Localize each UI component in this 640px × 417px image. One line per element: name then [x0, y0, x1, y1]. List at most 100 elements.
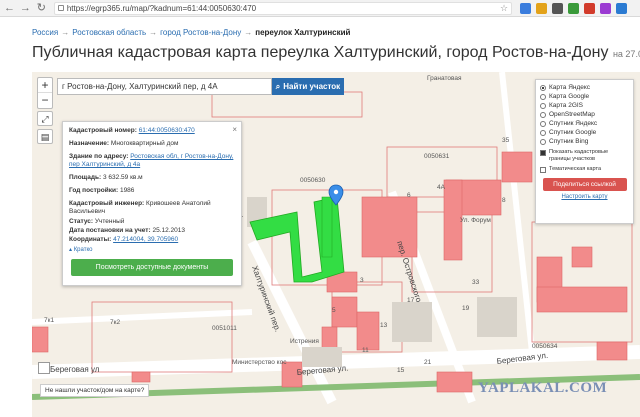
configure-map-link[interactable]: Настроить карту [540, 194, 629, 200]
poi-label: Министерство кос [232, 359, 287, 366]
map-layers-icon[interactable] [38, 362, 50, 374]
extension-icon[interactable] [536, 2, 548, 14]
layer-option[interactable]: OpenStreetMap [540, 110, 629, 119]
search-icon: ⌕ [275, 81, 281, 91]
extension-icon[interactable] [584, 2, 596, 14]
house-number: 21 [424, 359, 432, 366]
extension-icon[interactable] [520, 2, 532, 14]
thematic-option[interactable]: Тематическая карта [540, 166, 629, 173]
collapse-toggle[interactable]: ▴ Кратко [69, 246, 235, 253]
house-number: 11 [362, 347, 369, 354]
extension-icon[interactable] [568, 2, 580, 14]
layer-label: Спутник Bing [549, 138, 589, 145]
url-text: https://egrp365.ru/map/?kadnum=61:44:005… [66, 3, 257, 13]
extension-icon[interactable] [552, 2, 564, 14]
poi-label: Истрения [290, 338, 319, 345]
breadcrumb-item[interactable]: Россия [32, 28, 58, 37]
info-row: Кадастровый номер: 61:44:0050630:470 [69, 127, 235, 135]
radio-button[interactable] [540, 120, 546, 127]
forward-icon[interactable]: → [19, 2, 32, 15]
field-label: Год постройки: [69, 187, 119, 194]
extension-icon[interactable] [600, 2, 612, 14]
field-label: Площадь: [69, 174, 102, 181]
print-icon[interactable]: ▤ [37, 129, 53, 144]
layer-option[interactable]: Карта Яндекс [540, 83, 629, 92]
layer-label: OpenStreetMap [549, 111, 595, 118]
info-row: Статус: Учтенный [69, 218, 235, 226]
borders-option[interactable]: Показать кадастровые границы участков [540, 149, 629, 163]
layer-option[interactable]: Спутник Bing [540, 137, 629, 146]
area-value: 3 632.59 кв.м [102, 174, 143, 181]
house-number: 7к2 [110, 319, 120, 326]
title-date: на 27.09.2018 [612, 49, 640, 59]
field-label: Статус: [69, 218, 94, 225]
reload-icon[interactable]: ↻ [35, 2, 48, 15]
cadastral-map[interactable]: Халтуринский пер. пер. Островского Берег… [32, 72, 640, 417]
checkbox-label: Показать кадастровые границы участков [549, 149, 609, 162]
layer-option[interactable]: Карта 2GIS [540, 101, 629, 110]
house-number: 8 [502, 197, 506, 204]
breadcrumb: Россия → Ростовская область → город Ростов-н… [32, 28, 350, 37]
address-bar[interactable]: https://egrp365.ru/map/?kadnum=61:44:005… [53, 1, 513, 15]
layer-option[interactable]: Спутник Яндекс [540, 119, 629, 128]
layer-label: Карта Яндекс [549, 84, 591, 91]
checkbox[interactable] [540, 167, 546, 173]
house-number: 5 [332, 307, 336, 314]
checkbox[interactable] [540, 150, 546, 156]
radio-button[interactable] [540, 111, 546, 118]
field-label: Координаты: [69, 236, 112, 243]
cadnum-link[interactable]: 61:44:0050630:470 [139, 127, 195, 134]
layers-panel: Карта Яндекс Карта Google Карта 2GIS Ope… [535, 79, 634, 224]
house-number: 35 [502, 137, 510, 144]
coords-link[interactable]: 47.214004, 39.705960 [113, 236, 178, 243]
zoom-out-button[interactable]: − [38, 93, 52, 108]
house-number: 4А [437, 184, 446, 191]
radio-button[interactable] [540, 129, 546, 136]
field-label: Назначение: [69, 140, 110, 147]
info-row: Дата постановки на учет: 25.12.2013 [69, 227, 235, 235]
layer-option[interactable]: Спутник Google [540, 128, 629, 137]
back-icon[interactable]: ← [3, 2, 16, 15]
extensions [520, 2, 628, 14]
radio-button[interactable] [540, 102, 546, 109]
bookmark-star-icon[interactable]: ☆ [500, 3, 508, 14]
field-label: Кадастровый инженер: [69, 200, 145, 207]
house-number: 13 [380, 322, 388, 329]
zoom-in-button[interactable]: + [38, 78, 52, 93]
fullscreen-icon[interactable]: ⤢ [37, 111, 53, 126]
info-row: Год постройки: 1986 [69, 187, 235, 195]
kvartal-label: 0050630 [300, 177, 326, 184]
street-label: Береговая ул [50, 365, 100, 374]
field-label: Дата постановки на учет: [69, 227, 151, 234]
breadcrumb-item[interactable]: город Ростов-на-Дону [160, 28, 241, 37]
breadcrumb-separator: → [244, 28, 253, 37]
page-title: Публичная кадастровая карта переулка Хал… [32, 44, 640, 62]
breadcrumb-separator: → [149, 28, 158, 37]
close-icon[interactable]: × [232, 125, 237, 134]
radio-button[interactable] [540, 138, 546, 145]
search-input[interactable] [57, 78, 272, 95]
kvartal-label: 0050631 [424, 153, 450, 160]
poi-label: Ул. Форум [460, 217, 491, 224]
lock-icon [57, 5, 64, 11]
extension-icon[interactable] [616, 2, 628, 14]
find-parcel-label: Найти участок [283, 82, 341, 91]
status-value: Учтенный [94, 218, 125, 225]
breadcrumb-separator: → [61, 28, 70, 37]
find-parcel-button[interactable]: ⌕ Найти участок [272, 78, 344, 95]
search-bar: ⌕ Найти участок [57, 78, 344, 95]
breadcrumb-item[interactable]: Ростовская область [72, 28, 146, 37]
layer-option[interactable]: Карта Google [540, 92, 629, 101]
layer-label: Карта Google [549, 93, 590, 100]
share-link-button[interactable]: Поделиться ссылкой [542, 178, 627, 191]
layer-label: Спутник Google [549, 129, 597, 136]
parcel-info-popup: × Кадастровый номер: 61:44:0050630:470 Н… [62, 121, 242, 286]
radio-button[interactable] [540, 84, 546, 91]
layer-label: Спутник Яндекс [549, 120, 598, 127]
kvartal-label: 0051011 [212, 325, 237, 332]
page: ← → ↻ https://egrp365.ru/map/?kadnum=61:… [0, 0, 640, 417]
not-found-link[interactable]: Не нашли участок/дом на карте? [40, 384, 150, 397]
radio-button[interactable] [540, 93, 546, 100]
view-documents-button[interactable]: Посмотреть доступные документы [71, 259, 233, 276]
info-row: Координаты: 47.214004, 39.705960 [69, 236, 235, 244]
